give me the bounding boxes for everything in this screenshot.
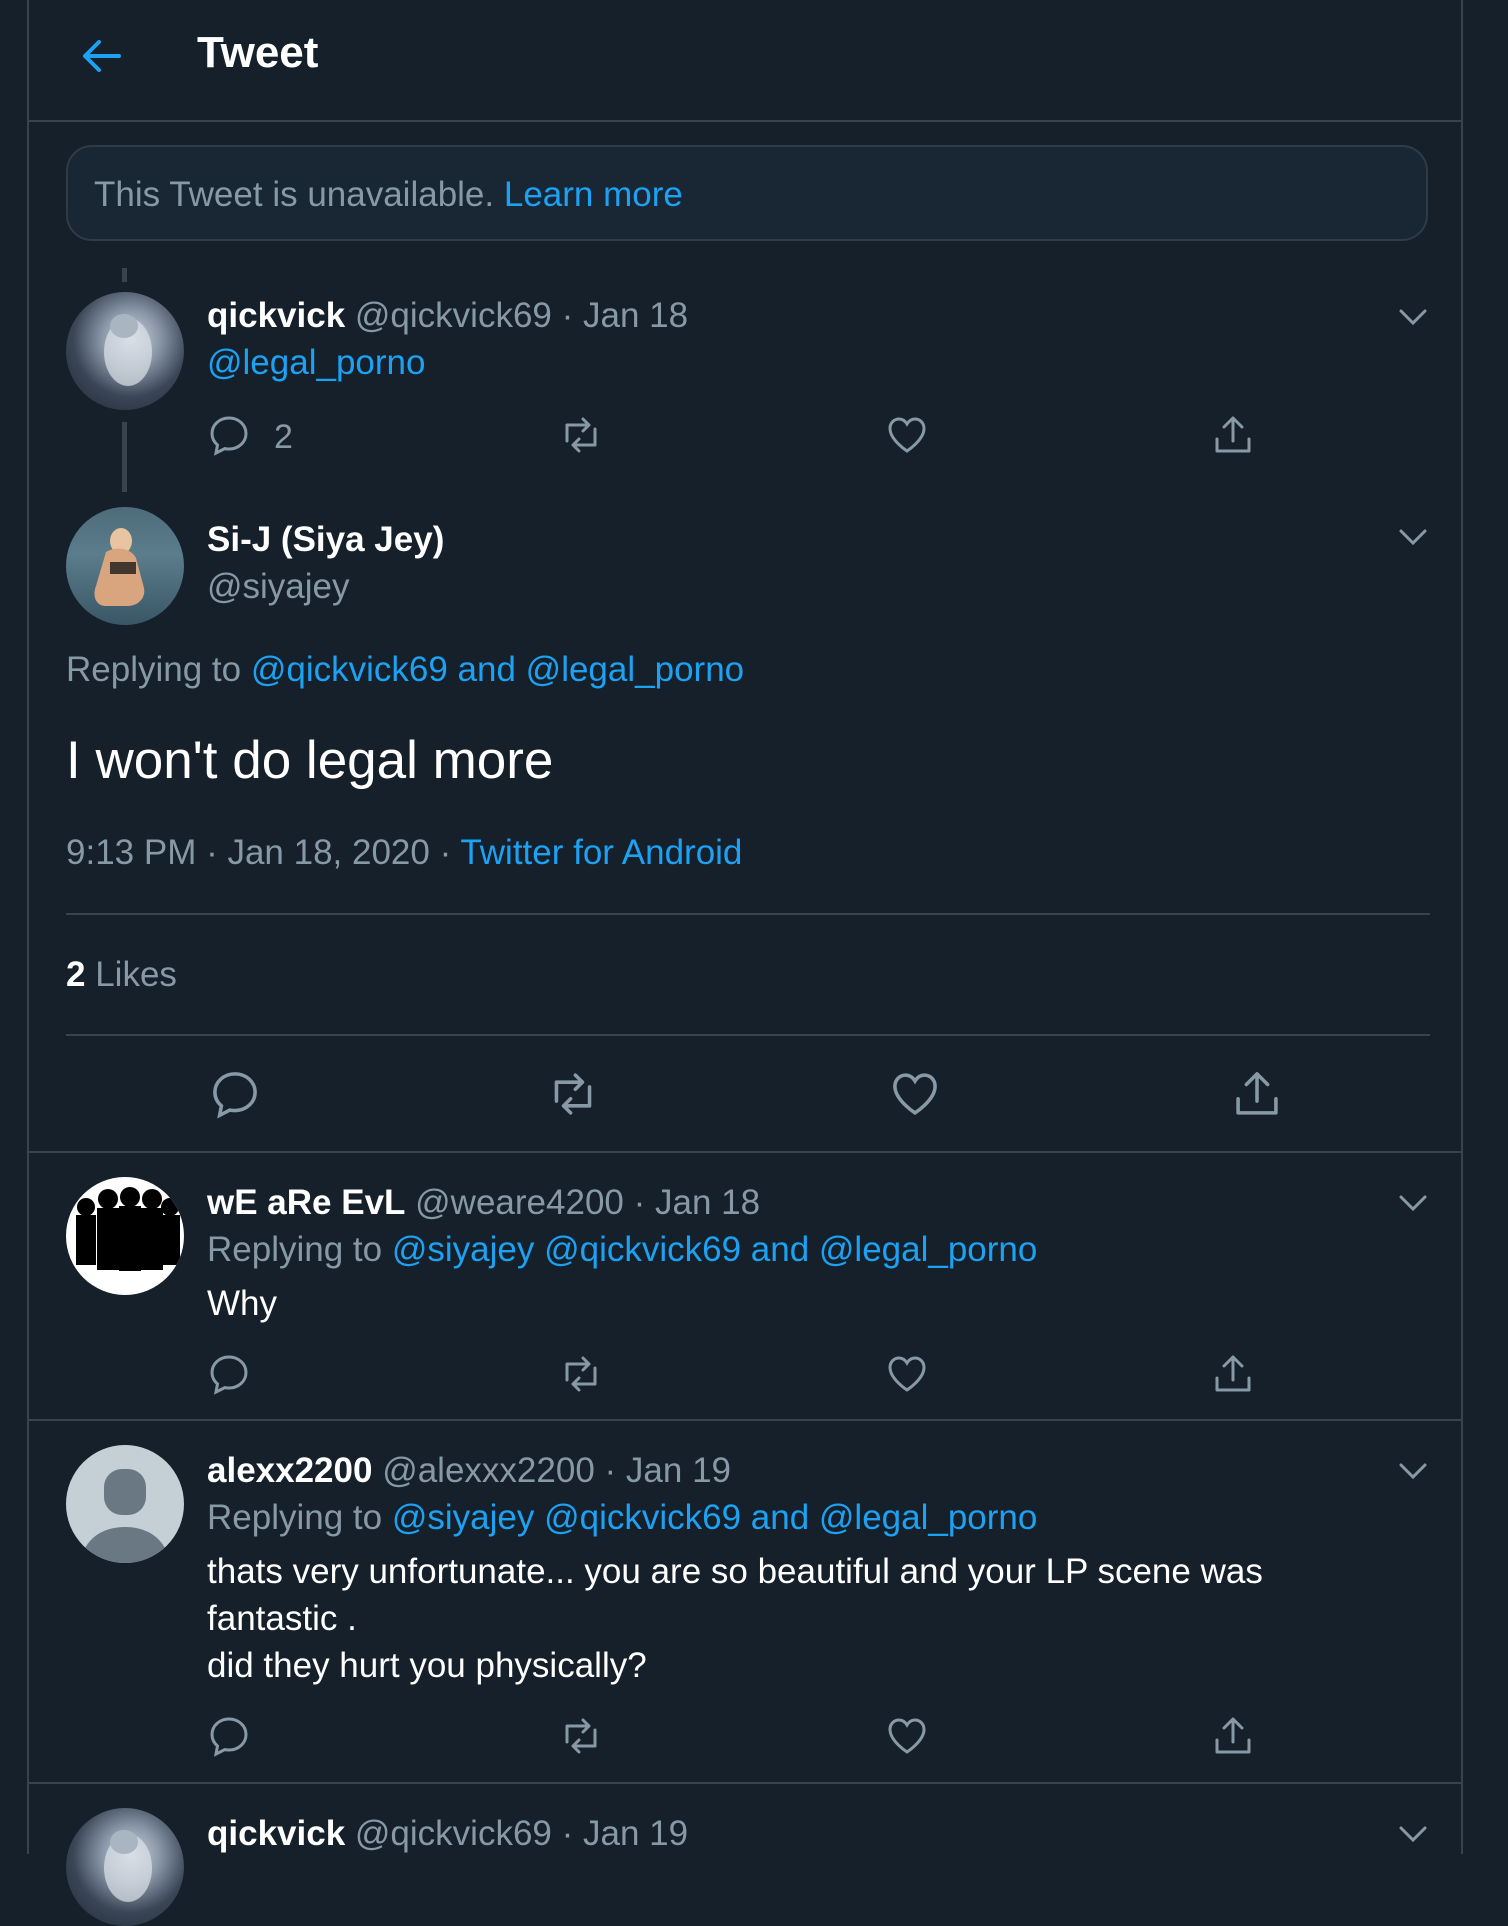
separator: · (561, 1814, 574, 1853)
chevron-down-icon[interactable] (1396, 520, 1430, 554)
reply-count: 2 (274, 418, 293, 456)
reply-icon[interactable] (207, 1352, 251, 1396)
divider (29, 1419, 1461, 1421)
learn-more-link[interactable]: Learn more (504, 175, 683, 214)
avatar[interactable] (66, 1808, 184, 1926)
retweet-icon[interactable] (559, 1352, 603, 1396)
tweet-text: Why (207, 1284, 277, 1323)
chevron-down-icon[interactable] (1396, 300, 1430, 334)
reply-icon[interactable] (209, 1068, 261, 1120)
thread-line (122, 422, 127, 492)
author-name[interactable]: qickvick (207, 1814, 345, 1853)
avatar[interactable] (66, 1177, 184, 1295)
like-icon[interactable] (885, 1714, 929, 1758)
unavailable-notice: This Tweet is unavailable. Learn more (66, 145, 1428, 241)
replying-to-users[interactable]: @siyajey @qickvick69 and @legal_porno (392, 1498, 1038, 1537)
replying-to-label: Replying to (66, 650, 242, 689)
like-icon[interactable] (885, 413, 929, 457)
tweet-text-line: fantastic . (207, 1599, 357, 1638)
replying-to-users[interactable]: @qickvick69 and @legal_porno (251, 650, 744, 689)
replying-to-users[interactable]: @siyajey @qickvick69 and @legal_porno (392, 1230, 1038, 1269)
share-icon[interactable] (1211, 413, 1255, 457)
avatar[interactable] (66, 507, 184, 625)
tweet-date[interactable]: Jan 19 (626, 1451, 731, 1490)
tweet-text-line: thats very unfortunate... you are so bea… (207, 1552, 1263, 1591)
replying-to-label: Replying to (207, 1498, 383, 1537)
separator: · (633, 1183, 646, 1222)
notice-text: This Tweet is unavailable. (94, 175, 495, 214)
retweet-icon[interactable] (547, 1068, 599, 1120)
likes-stat[interactable]: 2 Likes (66, 955, 177, 995)
page-title: Tweet (197, 28, 319, 77)
divider (29, 1782, 1461, 1784)
chevron-down-icon[interactable] (1396, 1817, 1430, 1851)
divider (29, 1151, 1461, 1153)
author-handle[interactable]: @weare4200 (415, 1183, 624, 1222)
author-name[interactable]: Si-J (Siya Jey) (207, 520, 444, 560)
author-name[interactable]: qickvick (207, 296, 345, 335)
reply-icon[interactable] (207, 413, 251, 457)
divider (66, 1034, 1430, 1036)
tweet-timestamp[interactable]: 9:13 PM · Jan 18, 2020 · (66, 833, 451, 872)
avatar[interactable] (66, 292, 184, 410)
author-name[interactable]: alexx2200 (207, 1451, 372, 1490)
chevron-down-icon[interactable] (1396, 1454, 1430, 1488)
author-handle[interactable]: @siyajey (207, 567, 350, 607)
like-icon[interactable] (885, 1352, 929, 1396)
share-icon[interactable] (1231, 1068, 1283, 1120)
likes-label: Likes (95, 955, 177, 994)
author-name[interactable]: wE aRe EvL (207, 1183, 405, 1222)
tweet-date[interactable]: Jan 19 (583, 1814, 688, 1853)
author-handle[interactable]: @alexxx2200 (382, 1451, 595, 1490)
author-handle[interactable]: @qickvick69 (355, 1814, 552, 1853)
tweet-text-line: did they hurt you physically? (207, 1646, 647, 1685)
divider (66, 913, 1430, 915)
tweet-text-mention[interactable]: @legal_porno (207, 343, 425, 383)
separator: · (561, 296, 574, 335)
tweet-text: I won't do legal more (66, 731, 554, 790)
avatar[interactable] (66, 1445, 184, 1563)
share-icon[interactable] (1211, 1714, 1255, 1758)
tweet-source[interactable]: Twitter for Android (460, 833, 742, 872)
thread-line (122, 268, 127, 282)
retweet-icon[interactable] (559, 1714, 603, 1758)
chevron-down-icon[interactable] (1396, 1186, 1430, 1220)
back-arrow-icon[interactable] (79, 34, 123, 78)
tweet-date[interactable]: Jan 18 (583, 296, 688, 335)
author-handle[interactable]: @qickvick69 (355, 296, 552, 335)
retweet-icon[interactable] (559, 413, 603, 457)
main-column: Tweet This Tweet is unavailable. Learn m… (27, 0, 1463, 1926)
replying-to-label: Replying to (207, 1230, 383, 1269)
separator: · (604, 1451, 617, 1490)
share-icon[interactable] (1211, 1352, 1255, 1396)
reply-icon[interactable] (207, 1714, 251, 1758)
header: Tweet (29, 0, 1461, 122)
likes-count: 2 (66, 955, 86, 994)
like-icon[interactable] (889, 1068, 941, 1120)
tweet-date[interactable]: Jan 18 (655, 1183, 760, 1222)
